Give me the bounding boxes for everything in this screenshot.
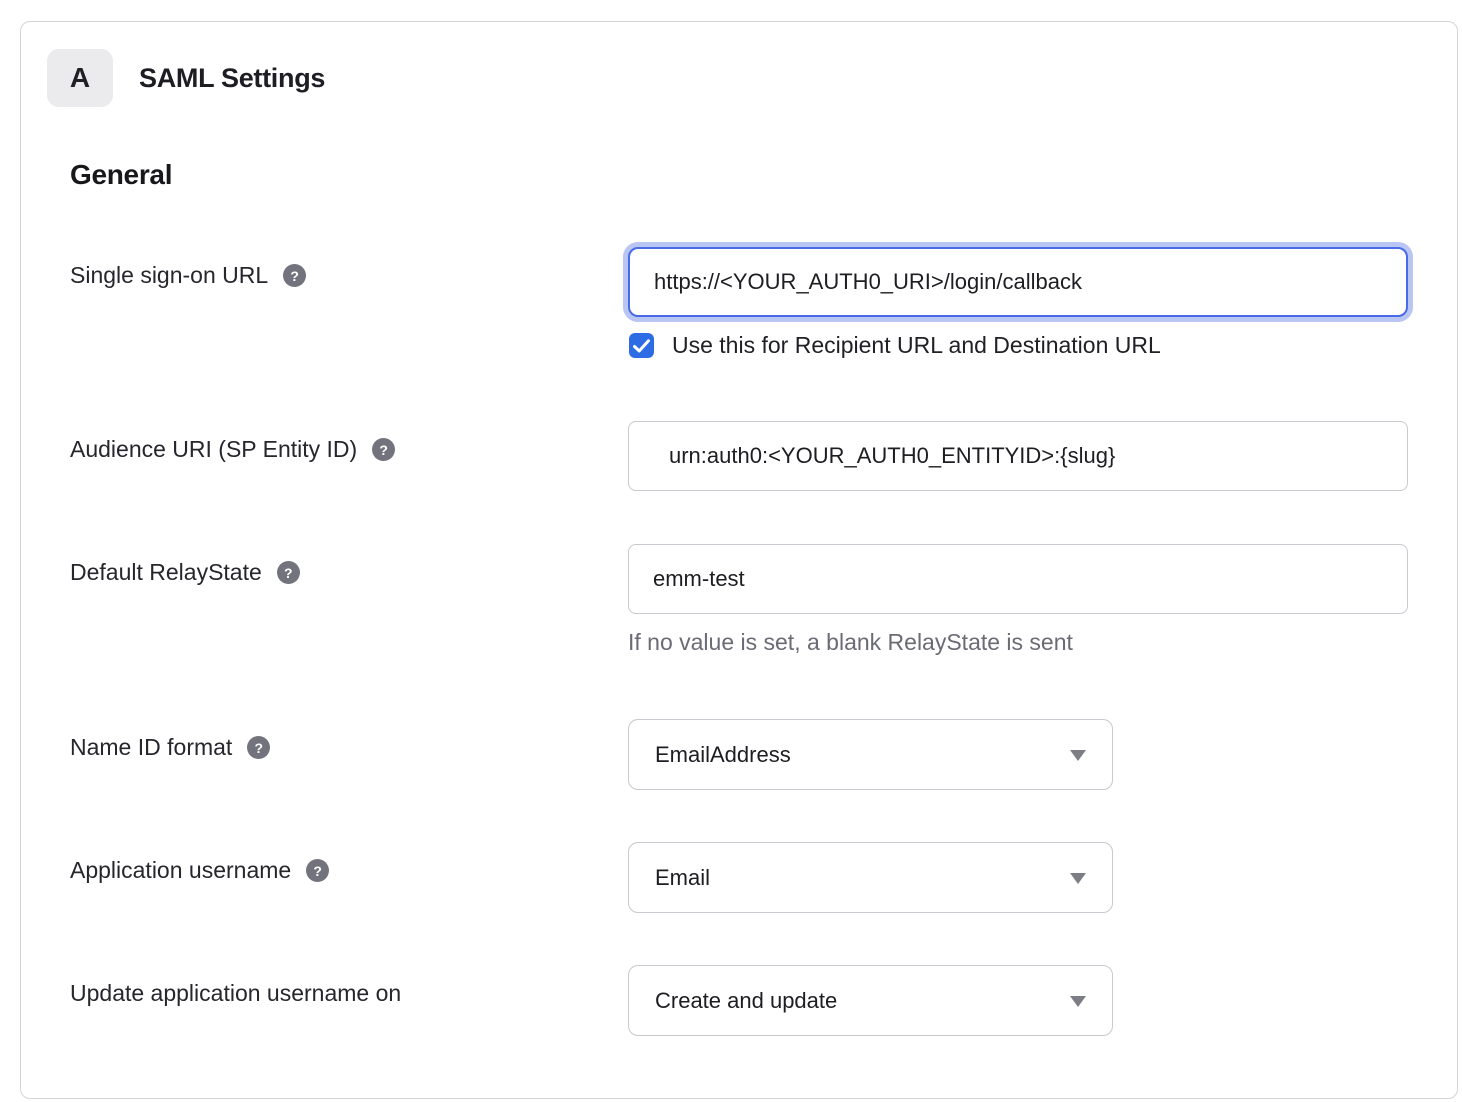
chevron-down-icon — [1070, 873, 1086, 884]
select-value: EmailAddress — [655, 742, 791, 768]
label-col: Default RelayState ? — [70, 544, 628, 586]
check-icon — [633, 339, 650, 353]
field-row-audience-uri: Audience URI (SP Entity ID) ? — [21, 421, 1457, 491]
field-label-audience-uri: Audience URI (SP Entity ID) — [70, 435, 357, 463]
control-col: Email — [628, 842, 1457, 913]
control-col: EmailAddress — [628, 719, 1457, 790]
field-label-default-relaystate: Default RelayState — [70, 558, 262, 586]
field-row-single-sign-on-url: Single sign-on URL ? Use this for Recipi… — [21, 247, 1457, 359]
application-username-select[interactable]: Email — [628, 842, 1113, 913]
relaystate-helper-text: If no value is set, a blank RelayState i… — [628, 629, 1457, 656]
page-title: SAML Settings — [139, 63, 325, 94]
card-header: A SAML Settings — [47, 49, 1457, 107]
label-col: Single sign-on URL ? — [70, 247, 628, 289]
label-col: Application username ? — [70, 842, 628, 884]
checkbox-label: Use this for Recipient URL and Destinati… — [672, 332, 1161, 359]
field-label-update-application-username: Update application username on — [70, 979, 401, 1007]
control-col: Use this for Recipient URL and Destinati… — [628, 247, 1457, 359]
section-badge: A — [47, 49, 113, 107]
chevron-down-icon — [1070, 996, 1086, 1007]
help-icon[interactable]: ? — [372, 438, 395, 461]
page: A SAML Settings General Single sign-on U… — [0, 0, 1462, 1102]
label-col: Update application username on — [70, 965, 628, 1007]
control-col — [628, 421, 1457, 491]
label-col: Audience URI (SP Entity ID) ? — [70, 421, 628, 463]
help-icon[interactable]: ? — [277, 561, 300, 584]
saml-settings-card: A SAML Settings General Single sign-on U… — [20, 21, 1458, 1099]
name-id-format-select[interactable]: EmailAddress — [628, 719, 1113, 790]
help-icon[interactable]: ? — [247, 736, 270, 759]
field-row-update-application-username: Update application username on Create an… — [21, 965, 1457, 1036]
default-relaystate-input[interactable] — [628, 544, 1408, 614]
field-label-single-sign-on-url: Single sign-on URL — [70, 261, 268, 289]
control-col: Create and update — [628, 965, 1457, 1036]
help-icon[interactable]: ? — [306, 859, 329, 882]
control-col: If no value is set, a blank RelayState i… — [628, 544, 1457, 656]
select-value: Create and update — [655, 988, 837, 1014]
label-col: Name ID format ? — [70, 719, 628, 761]
help-icon[interactable]: ? — [283, 264, 306, 287]
field-row-default-relaystate: Default RelayState ? If no value is set,… — [21, 544, 1457, 656]
update-app-username-select[interactable]: Create and update — [628, 965, 1113, 1036]
field-row-application-username: Application username ? Email — [21, 842, 1457, 913]
chevron-down-icon — [1070, 750, 1086, 761]
audience-uri-input[interactable] — [628, 421, 1408, 491]
section-heading-general: General — [70, 159, 1457, 191]
recipient-url-checkbox[interactable] — [629, 333, 654, 358]
field-row-name-id-format: Name ID format ? EmailAddress — [21, 719, 1457, 790]
single-sign-on-url-input[interactable] — [628, 247, 1408, 317]
field-label-application-username: Application username — [70, 856, 291, 884]
recipient-url-checkbox-row: Use this for Recipient URL and Destinati… — [629, 332, 1457, 359]
field-label-name-id-format: Name ID format — [70, 733, 232, 761]
select-value: Email — [655, 865, 710, 891]
